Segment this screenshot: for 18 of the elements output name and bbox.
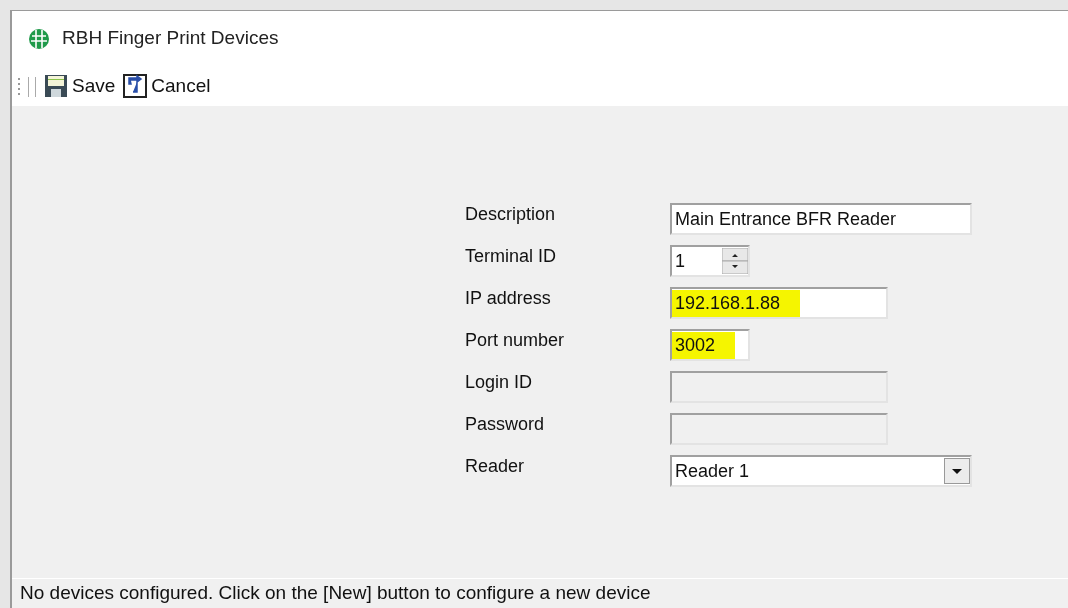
input-field[interactable]: 192.168.1.88	[670, 287, 888, 319]
field-label: IP address	[465, 286, 552, 310]
field-label: Description	[465, 202, 557, 226]
window-title: RBH Finger Print Devices	[62, 26, 279, 51]
field-label: Reader	[465, 454, 526, 478]
input-field[interactable]: Main Entrance BFR Reader	[670, 203, 972, 235]
field-label: Port number	[465, 328, 566, 352]
save-button[interactable]: Save	[44, 71, 116, 101]
input-field[interactable]: 3002	[670, 329, 750, 361]
field-label: Terminal ID	[465, 244, 558, 268]
field-label: Login ID	[465, 370, 534, 394]
cancel-button[interactable]: Cancel	[123, 71, 211, 101]
reader-dropdown[interactable]: Reader 1	[670, 455, 972, 487]
globe-icon	[28, 27, 50, 50]
field-label: Password	[465, 412, 546, 436]
spinner-arrows-icon[interactable]	[722, 248, 748, 274]
status-text: No devices configured. Click on the [New] button to configure a new device	[20, 581, 651, 606]
spinner-field[interactable]: 1	[670, 245, 750, 277]
